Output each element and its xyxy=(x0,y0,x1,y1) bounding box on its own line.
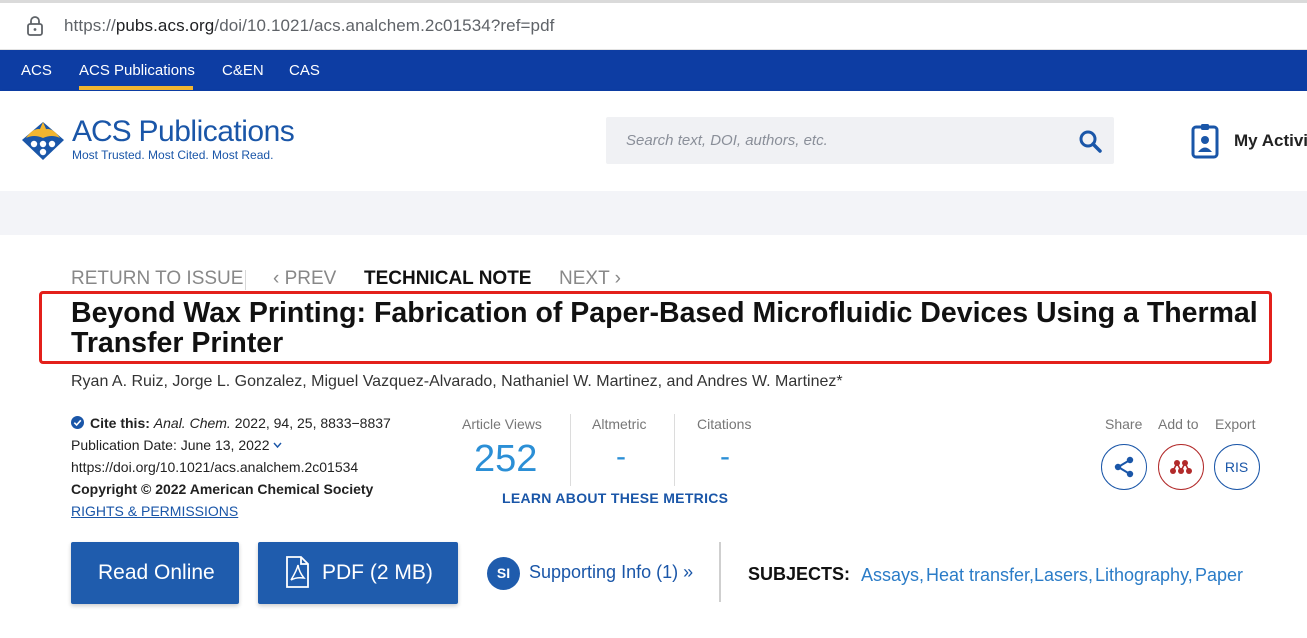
read-online-label: Read Online xyxy=(98,561,215,584)
search-icon[interactable] xyxy=(1078,129,1102,153)
metrics-divider xyxy=(570,414,571,486)
article-authors[interactable]: Ryan A. Ruiz, Jorge L. Gonzalez, Miguel … xyxy=(71,373,843,391)
cite-this[interactable]: Cite this: Anal. Chem. 2022, 94, 25, 883… xyxy=(90,415,391,431)
brand-nav-cas[interactable]: CAS xyxy=(289,62,320,79)
browser-top-edge xyxy=(0,0,1307,3)
header-band xyxy=(0,191,1307,235)
active-tab-indicator xyxy=(79,86,193,90)
next-article-link[interactable]: NEXT › xyxy=(559,268,621,290)
brand-nav-acs-publications[interactable]: ACS Publications xyxy=(79,62,195,79)
browser-address-bar: https://pubs.acs.org/doi/10.1021/acs.ana… xyxy=(0,0,1307,50)
logo-tagline: Most Trusted. Most Cited. Most Read. xyxy=(72,148,274,162)
copyright-notice: Copyright © 2022 American Chemical Socie… xyxy=(71,481,374,497)
share-icon xyxy=(1114,456,1134,478)
logo-wordmark[interactable]: ACS Publications xyxy=(72,115,295,149)
export-ris-button[interactable]: RIS xyxy=(1214,444,1260,490)
supporting-info-link[interactable]: Supporting Info (1) » xyxy=(529,562,693,583)
url-prefix: https:// xyxy=(64,16,116,35)
pdf-file-icon xyxy=(286,556,309,588)
lock-icon[interactable] xyxy=(26,15,44,37)
learn-metrics-link[interactable]: LEARN ABOUT THESE METRICS xyxy=(502,490,728,506)
cite-details: 2022, 94, 25, 8833−8837 xyxy=(234,415,391,431)
search-placeholder: Search text, DOI, authors, etc. xyxy=(626,132,828,149)
url-field[interactable]: https://pubs.acs.org/doi/10.1021/acs.ana… xyxy=(64,16,554,36)
share-button[interactable] xyxy=(1101,444,1147,490)
brand-nav-bar: ACS ACS Publications C&EN CAS xyxy=(0,50,1307,91)
citations-value: - xyxy=(720,440,730,473)
share-label: Share xyxy=(1105,416,1143,432)
site-header: ACS Publications Most Trusted. Most Cite… xyxy=(0,91,1307,191)
subject-link-assays[interactable]: Assays, xyxy=(861,565,924,586)
mendeley-icon xyxy=(1170,460,1192,474)
article-views-label: Article Views xyxy=(462,416,542,432)
pdf-download-button[interactable]: PDF (2 MB) xyxy=(258,542,458,604)
subjects-divider xyxy=(719,542,721,602)
check-circle-icon xyxy=(71,416,84,429)
subject-link-lithography[interactable]: Lithography, xyxy=(1095,565,1193,586)
export-ris-label: RIS xyxy=(1224,459,1249,475)
pdf-label: PDF (2 MB) xyxy=(322,561,433,584)
activity-badge-icon[interactable] xyxy=(1191,123,1219,159)
altmetric-value: - xyxy=(616,440,626,473)
brand-nav-cen[interactable]: C&EN xyxy=(222,62,264,79)
add-to-mendeley-button[interactable] xyxy=(1158,444,1204,490)
article-nav-divider xyxy=(245,270,246,290)
logo-secondary: Publications xyxy=(138,115,295,148)
subject-link-lasers[interactable]: Lasers, xyxy=(1034,565,1093,586)
acs-emblem-icon[interactable] xyxy=(20,118,66,162)
article-title: Beyond Wax Printing: Fabrication of Pape… xyxy=(71,297,1258,359)
altmetric-label: Altmetric xyxy=(592,416,647,432)
subject-link-heat-transfer[interactable]: Heat transfer, xyxy=(926,565,1034,586)
cite-label: Cite this: xyxy=(90,415,150,431)
search-input[interactable]: Search text, DOI, authors, etc. xyxy=(606,117,1114,164)
return-to-issue-link[interactable]: RETURN TO ISSUE xyxy=(71,268,243,290)
chevron-down-icon[interactable] xyxy=(273,442,282,449)
read-online-button[interactable]: Read Online xyxy=(71,542,239,604)
rights-permissions-link[interactable]: RIGHTS & PERMISSIONS xyxy=(71,503,238,519)
logo-primary: ACS xyxy=(72,115,132,148)
subject-link-paper[interactable]: Paper xyxy=(1195,565,1243,586)
prev-article-link[interactable]: ‹ PREV xyxy=(273,268,336,290)
url-path: /doi/10.1021/acs.analchem.2c01534?ref=pd… xyxy=(214,16,555,35)
my-activity-link[interactable]: My Activit xyxy=(1234,131,1307,151)
metrics-divider xyxy=(674,414,675,486)
supporting-info-badge[interactable]: SI xyxy=(487,557,520,590)
cite-journal: Anal. Chem. xyxy=(153,415,231,431)
subjects-label: SUBJECTS: xyxy=(748,564,851,584)
article-type-label: TECHNICAL NOTE xyxy=(364,268,532,289)
url-host: pubs.acs.org xyxy=(115,16,215,35)
add-to-label: Add to xyxy=(1158,416,1199,432)
publication-date-text: Publication Date: June 13, 2022 xyxy=(71,437,270,453)
brand-nav-acs[interactable]: ACS xyxy=(21,62,52,79)
citations-label: Citations xyxy=(697,416,752,432)
export-label: Export xyxy=(1215,416,1256,432)
article-views-value: 252 xyxy=(474,438,538,480)
doi-link[interactable]: https://doi.org/10.1021/acs.analchem.2c0… xyxy=(71,459,358,475)
publication-date[interactable]: Publication Date: June 13, 2022 xyxy=(71,437,282,453)
